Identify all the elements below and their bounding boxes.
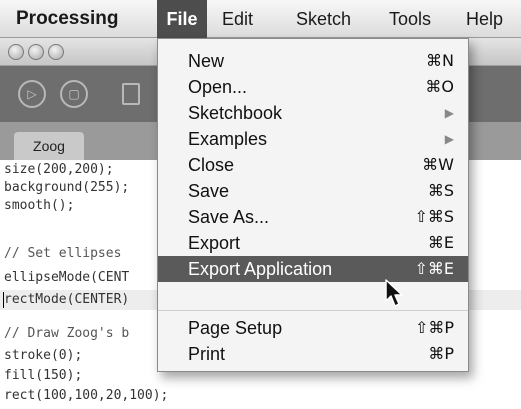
keyboard-shortcut: ⌘W — [422, 155, 454, 174]
run-icon[interactable]: ▷ — [18, 80, 46, 108]
code-line: ellipseMode(CENT — [4, 270, 130, 285]
zoom-window-icon[interactable] — [48, 44, 64, 60]
code-line: smooth(); — [4, 198, 75, 213]
keyboard-shortcut: ⌘S — [427, 181, 454, 200]
code-line: rect(100,100,20,100); — [4, 388, 169, 403]
menu-tools[interactable]: Tools — [389, 0, 431, 38]
menu-item-save[interactable]: Save ⌘S — [158, 178, 468, 204]
menu-item-label: Save As... — [188, 207, 270, 227]
menu-item-label: Export — [188, 233, 241, 253]
menu-item-export[interactable]: Export ⌘E — [158, 230, 468, 256]
menu-item-save-as[interactable]: Save As... ⇧⌘S — [158, 204, 468, 230]
menu-sketch[interactable]: Sketch — [296, 0, 351, 38]
menu-separator — [158, 310, 468, 311]
menu-item-label: Print — [188, 344, 226, 364]
menu-item-label: Open... — [188, 77, 248, 97]
submenu-arrow-icon: ▶ — [444, 132, 454, 146]
code-line: fill(150); — [4, 368, 83, 383]
menu-item-sketchbook[interactable]: Sketchbook ▶ — [158, 100, 468, 126]
keyboard-shortcut: ⇧⌘E — [414, 259, 454, 278]
keyboard-shortcut: ⇧⌘P — [414, 318, 454, 337]
code-line: stroke(0); — [4, 348, 83, 363]
menu-item-label: Close — [188, 155, 235, 175]
keyboard-shortcut: ⌘O — [425, 77, 454, 96]
mouse-pointer-icon — [385, 279, 403, 307]
menu-item-open[interactable]: Open... ⌘O — [158, 74, 468, 100]
code-line: // Set ellipses — [4, 246, 122, 261]
file-menu-dropdown: New ⌘N Open... ⌘O Sketchbook ▶ Examples … — [157, 38, 469, 372]
minimize-window-icon[interactable] — [28, 44, 44, 60]
menu-item-examples[interactable]: Examples ▶ — [158, 126, 468, 152]
menu-help[interactable]: Help — [466, 0, 503, 38]
menu-item-new[interactable]: New ⌘N — [158, 48, 468, 74]
menu-item-label: Sketchbook — [188, 103, 283, 123]
code-line: // Draw Zoog's b — [4, 326, 130, 341]
menu-file[interactable]: File — [157, 0, 207, 38]
menu-item-page-setup[interactable]: Page Setup ⇧⌘P — [158, 315, 468, 341]
menu-item-label: Examples — [188, 129, 268, 149]
keyboard-shortcut: ⌘P — [428, 344, 454, 363]
menu-item-export-application[interactable]: Export Application ⇧⌘E — [158, 256, 468, 282]
keyboard-shortcut: ⌘E — [427, 233, 454, 252]
menu-item-print[interactable]: Print ⌘P — [158, 341, 468, 367]
keyboard-shortcut: ⇧⌘S — [414, 207, 454, 226]
new-sketch-icon[interactable] — [122, 83, 140, 105]
menu-item-label: Export Application — [188, 259, 333, 279]
code-line: background(255); — [4, 180, 130, 195]
code-line: rectMode(CENTER) — [4, 292, 130, 307]
submenu-arrow-icon: ▶ — [444, 106, 454, 120]
menu-edit[interactable]: Edit — [222, 0, 253, 38]
tab-zoog[interactable]: Zoog — [14, 132, 84, 160]
menu-app-name[interactable]: Processing — [16, 0, 118, 38]
menu-item-label: Save — [188, 181, 230, 201]
menu-item-label: New — [188, 51, 225, 71]
menu-bar: Processing File Edit Sketch Tools Help — [0, 0, 521, 38]
keyboard-shortcut: ⌘N — [426, 51, 454, 70]
menu-item-close[interactable]: Close ⌘W — [158, 152, 468, 178]
close-window-icon[interactable] — [8, 44, 24, 60]
code-line: size(200,200); — [4, 162, 114, 177]
stop-icon[interactable]: ▢ — [60, 80, 88, 108]
menu-item-label: Page Setup — [188, 318, 283, 338]
